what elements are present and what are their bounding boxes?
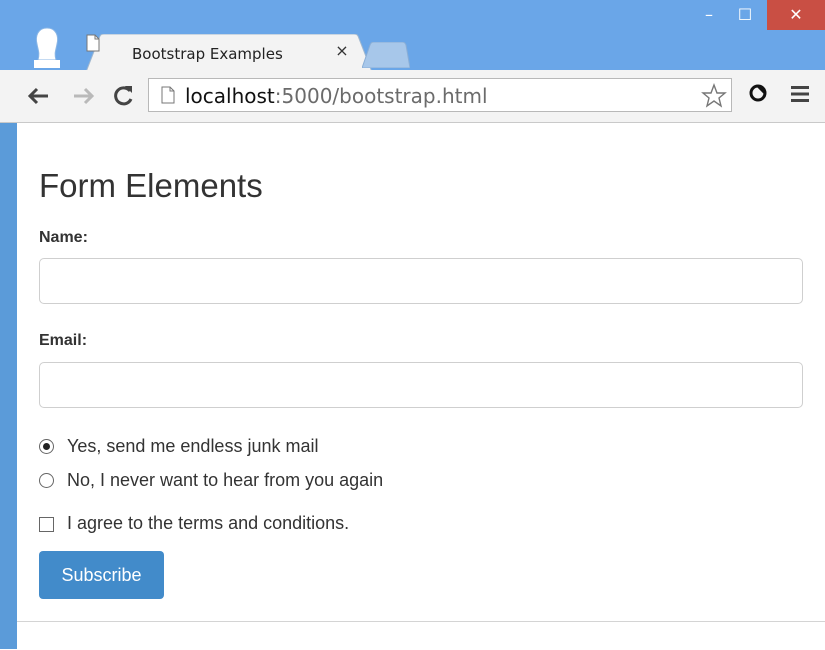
page-icon — [86, 34, 100, 52]
extension-icon[interactable] — [746, 81, 770, 105]
minimize-icon: – — [705, 5, 713, 24]
tab-bootstrap-examples[interactable]: Bootstrap Examples × — [86, 34, 372, 72]
forward-arrow-icon[interactable] — [70, 83, 96, 109]
radio-label-yes: Yes, send me endless junk mail — [67, 436, 319, 456]
maximize-button[interactable]: ☐ — [728, 0, 762, 30]
tab-title: Bootstrap Examples — [132, 45, 283, 63]
page-title: Form Elements — [39, 167, 263, 204]
page-icon — [161, 86, 175, 104]
radio-button-yes[interactable] — [39, 439, 54, 454]
profile-icon[interactable] — [30, 26, 64, 68]
url-host: localhost — [185, 84, 275, 108]
title-bar: Bootstrap Examples × – ☐ ✕ — [0, 0, 825, 72]
page-bottom-area — [17, 621, 825, 650]
name-field[interactable] — [39, 258, 803, 304]
radio-label-no: No, I never want to hear from you again — [67, 470, 384, 490]
terms-checkbox-label: I agree to the terms and conditions. — [67, 513, 350, 533]
url-text: localhost:5000/bootstrap.html — [185, 84, 488, 108]
menu-icon[interactable] — [790, 84, 810, 104]
terms-checkbox[interactable] — [39, 517, 54, 532]
minimize-button[interactable]: – — [694, 0, 724, 30]
address-bar[interactable]: localhost:5000/bootstrap.html — [148, 78, 732, 112]
email-label: Email: — [39, 332, 88, 349]
back-arrow-icon[interactable] — [26, 83, 52, 109]
radio-button-no[interactable] — [39, 473, 54, 488]
close-window-button[interactable]: ✕ — [767, 0, 825, 30]
name-label: Name: — [39, 229, 88, 246]
url-path: :5000/bootstrap.html — [274, 84, 488, 108]
page-content: Form Elements Name: Email: Yes, send me … — [17, 123, 825, 621]
star-icon[interactable] — [701, 83, 727, 109]
browser-window: Bootstrap Examples × – ☐ ✕ localhost:500… — [0, 0, 825, 650]
close-icon: ✕ — [789, 5, 803, 24]
email-field[interactable] — [39, 362, 803, 408]
maximize-icon: ☐ — [737, 5, 753, 24]
reload-icon[interactable] — [110, 83, 136, 109]
new-tab-button[interactable] — [362, 42, 410, 68]
tab-close-icon[interactable]: × — [334, 42, 350, 60]
browser-toolbar: localhost:5000/bootstrap.html — [0, 70, 825, 123]
subscribe-button[interactable]: Subscribe — [39, 551, 164, 599]
